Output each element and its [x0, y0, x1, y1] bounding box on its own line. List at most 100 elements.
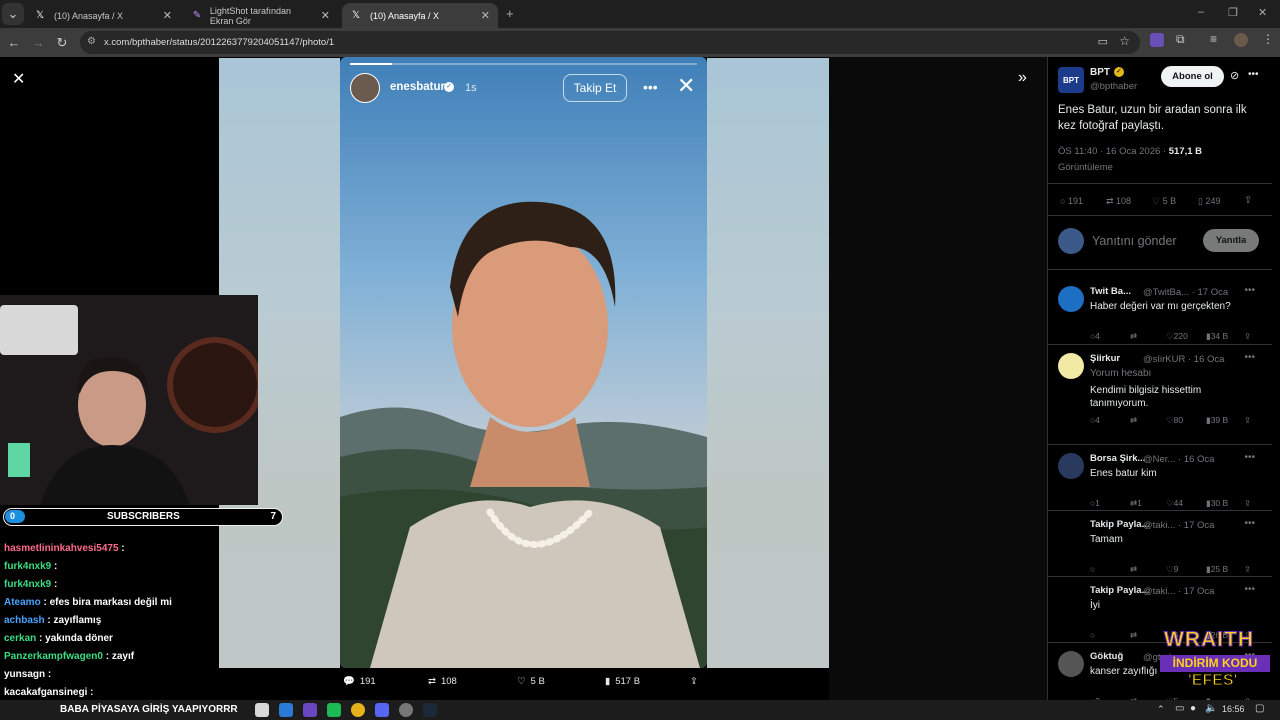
post-repost-stat[interactable]: ⇄ 108	[1106, 196, 1131, 207]
reply-avatar[interactable]	[1058, 353, 1084, 379]
reply-reply-stat[interactable]: ○ 4	[1090, 331, 1130, 342]
chat-user[interactable]: furk4nxk9	[4, 561, 51, 572]
tab-1[interactable]: 𝕏 (10) Anasayfa / X ✕	[26, 3, 180, 28]
close-icon[interactable]: ✕	[321, 9, 330, 22]
story-follow-button[interactable]: Takip Et	[563, 74, 627, 102]
chat-user[interactable]: Ateamo	[4, 597, 41, 608]
story-username[interactable]: enesbatur	[390, 81, 445, 93]
reply-like-stat[interactable]: ♡ 9	[1166, 564, 1206, 575]
tab-3[interactable]: 𝕏 (10) Anasayfa / X ✕	[342, 3, 498, 28]
share-action[interactable]: ⇪	[690, 676, 698, 687]
more-icon[interactable]: •••	[1244, 584, 1255, 595]
forward-icon[interactable]: →	[26, 31, 50, 55]
repost-action[interactable]: ⇄ 108	[428, 676, 457, 687]
file-explorer-icon[interactable]	[255, 703, 269, 717]
chat-user[interactable]: yunsagn	[4, 669, 45, 680]
story-close-icon[interactable]: ✕	[677, 75, 695, 97]
microphone-icon[interactable]: ●	[1190, 703, 1196, 714]
reply-reply-stat[interactable]: ○ 1	[1090, 498, 1130, 509]
chat-user[interactable]: achbash	[4, 615, 45, 626]
reply-reply-stat[interactable]: ○	[1090, 564, 1130, 575]
views-action[interactable]: ▮ 517 B	[605, 676, 640, 687]
post-like-stat[interactable]: ♡ 5 B	[1152, 196, 1176, 207]
reply-item[interactable]: Borsa Şirk... @Ner... · 16 Oca ••• Enes bat…	[1048, 444, 1272, 510]
more-icon[interactable]: •••	[1248, 69, 1259, 80]
chat-user[interactable]: furk4nxk9	[4, 579, 51, 590]
subscribe-button[interactable]: Abone ol	[1161, 66, 1224, 87]
reply-view-stat[interactable]: ▮ 39 B	[1206, 415, 1244, 426]
reply-repost-stat[interactable]: ⇄	[1130, 331, 1166, 342]
spotify-icon[interactable]	[327, 703, 341, 717]
reply-view-stat[interactable]: ▮ 25 B	[1206, 564, 1244, 575]
share-icon[interactable]: ⇪	[1244, 415, 1251, 426]
story-more-icon[interactable]: •••	[643, 79, 658, 95]
more-icon[interactable]: •••	[1244, 452, 1255, 463]
maximize-icon[interactable]: ❐	[1228, 6, 1238, 19]
post-reply-stat[interactable]: ○ 191	[1060, 196, 1083, 206]
reply-reply-stat[interactable]: ○ 4	[1090, 415, 1130, 426]
chat-user[interactable]: Panzerkampfwagen0	[4, 651, 103, 662]
mail-icon[interactable]	[279, 703, 293, 717]
tab-search-icon[interactable]: ⌄	[2, 3, 24, 25]
reply-avatar[interactable]	[1058, 453, 1084, 479]
reply-avatar[interactable]	[1058, 519, 1084, 545]
chat-user[interactable]: cerkan	[4, 633, 36, 644]
reading-list-icon[interactable]: ≡	[1210, 32, 1217, 46]
network-icon[interactable]: ▭	[1175, 703, 1184, 714]
collapse-panel-icon[interactable]: »	[1018, 69, 1027, 87]
tray-chevron-icon[interactable]: ⌃	[1157, 704, 1165, 715]
reply-author[interactable]: Twit Ba...	[1090, 286, 1131, 297]
reply-like-stat[interactable]: ♡ 80	[1166, 415, 1206, 426]
reply-author[interactable]: Göktuğ	[1090, 651, 1123, 662]
reply-view-stat[interactable]: ▮ 34 B	[1206, 331, 1244, 342]
reply-author[interactable]: Takip Payla...	[1090, 585, 1150, 596]
clock[interactable]: 16:56	[1222, 704, 1245, 714]
bookmark-star-icon[interactable]: ☆	[1119, 34, 1130, 48]
tab-2[interactable]: ✎ LightShot tarafından Ekran Gör ✕	[184, 3, 338, 28]
reply-item[interactable]: Şiirkur @sIirKUR · 16 Oca ••• Yorum hesabı K…	[1048, 344, 1272, 425]
close-icon[interactable]: ✕	[481, 9, 490, 22]
discord-icon[interactable]	[375, 703, 389, 717]
reply-repost-stat[interactable]: ⇄	[1130, 564, 1166, 575]
menu-icon[interactable]: ⋮	[1262, 32, 1274, 46]
share-icon[interactable]: ⇪	[1244, 498, 1251, 509]
chat-user[interactable]: kacakafgansinegi	[4, 687, 87, 698]
site-info-icon[interactable]: ⚙	[87, 36, 96, 47]
author-handle[interactable]: @bpthaber	[1090, 81, 1137, 92]
reply-repost-stat[interactable]: ⇄ 1	[1130, 498, 1166, 509]
reply-input[interactable]: Yanıtını gönder	[1092, 234, 1177, 248]
reply-avatar[interactable]	[1058, 585, 1084, 611]
minimize-icon[interactable]: –	[1198, 6, 1204, 18]
back-icon[interactable]: ←	[2, 31, 26, 55]
reload-icon[interactable]: ↻	[50, 31, 74, 55]
settings-icon[interactable]	[399, 703, 413, 717]
author-name[interactable]: BPT	[1090, 67, 1110, 78]
more-icon[interactable]: •••	[1244, 352, 1255, 363]
chrome-icon[interactable]	[351, 703, 365, 717]
like-action[interactable]: ♡ 5 B	[517, 676, 545, 687]
new-tab-icon[interactable]: +	[506, 6, 514, 21]
share-icon[interactable]: ⇪	[1244, 331, 1251, 342]
close-viewer-icon[interactable]: ✕	[12, 69, 25, 89]
steam-icon[interactable]	[423, 703, 437, 717]
reply-author[interactable]: Şiirkur	[1090, 353, 1120, 364]
reply-like-stat[interactable]: ♡ 44	[1166, 498, 1206, 509]
reply-action[interactable]: 💬 191	[343, 676, 376, 687]
url-input[interactable]: ⚙ x.com/bpthaber/status/2012263779204051…	[80, 31, 1140, 54]
reply-view-stat[interactable]: ▮ 30 B	[1206, 498, 1244, 509]
notification-icon[interactable]: ▢	[1255, 703, 1264, 714]
reply-repost-stat[interactable]: ⇄	[1130, 415, 1166, 426]
window-close-icon[interactable]: ✕	[1258, 6, 1267, 19]
post-bookmark-stat[interactable]: ▯ 249	[1198, 196, 1220, 207]
reply-like-stat[interactable]: ♡ 220	[1166, 331, 1206, 342]
profile-avatar[interactable]	[1234, 33, 1248, 47]
reply-button[interactable]: Yanıtla	[1203, 229, 1259, 252]
extension-icon[interactable]	[1150, 33, 1164, 47]
install-icon[interactable]: ▭	[1098, 35, 1108, 48]
reply-avatar[interactable]	[1058, 651, 1084, 677]
reply-author[interactable]: Takip Payla...	[1090, 519, 1150, 530]
grok-icon[interactable]: ⊘	[1230, 69, 1239, 82]
volume-icon[interactable]: 🔈	[1205, 703, 1217, 714]
reply-item[interactable]: Takip Payla... @taki... · 17 Oca ••• Tamam ○…	[1048, 510, 1272, 576]
chat-user[interactable]: hasmetlininkahvesi5475	[4, 543, 119, 554]
